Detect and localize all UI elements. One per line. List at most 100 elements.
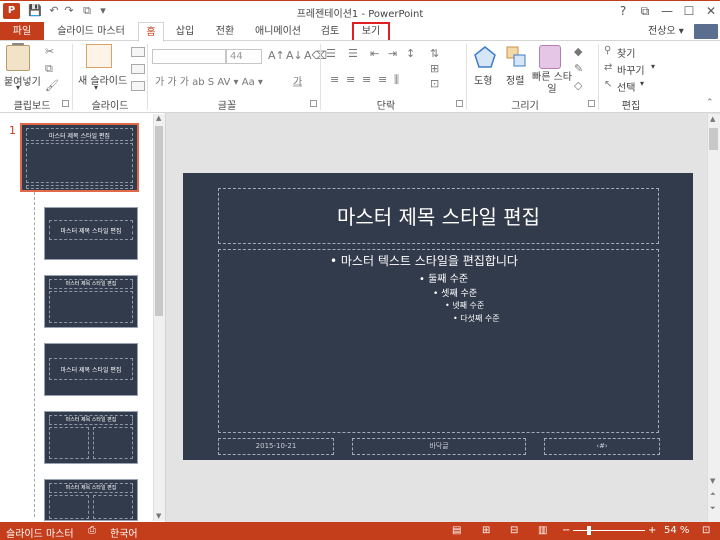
align-right-icon[interactable]: ≡ <box>362 73 371 86</box>
drawing-launcher-icon[interactable] <box>588 100 595 107</box>
find-button[interactable]: 찾기 <box>617 45 635 60</box>
cut-icon[interactable]: ✂ <box>45 45 54 58</box>
clipboard-launcher-icon[interactable] <box>62 100 69 107</box>
reset-icon[interactable] <box>131 64 145 74</box>
reading-view-icon[interactable]: ▥ <box>538 525 547 536</box>
layout-icon[interactable] <box>131 47 145 57</box>
body-placeholder[interactable]: • 마스터 텍스트 스타일을 편집합니다 • 둘째 수준 • 셋째 수준 • 넷… <box>218 249 659 433</box>
main-scrollbar-thumb[interactable] <box>709 128 718 150</box>
format-painter-icon[interactable]: 🖌 <box>45 79 59 92</box>
scroll-down-icon[interactable]: ▼ <box>710 477 715 485</box>
tab-review[interactable]: 검토 <box>312 22 348 41</box>
clear-formatting-icon[interactable]: A⌫ <box>304 49 327 62</box>
thumbnail-layout-content[interactable]: 마스터 제목 스타일 편집 <box>44 275 138 328</box>
scroll-up-icon[interactable]: ▲ <box>156 114 161 122</box>
spell-check-icon[interactable]: ⎙ <box>88 525 96 536</box>
tab-insert[interactable]: 삽입 <box>168 22 202 41</box>
copy-icon[interactable]: ⧉ <box>45 62 53 76</box>
font-size-input[interactable]: 44 <box>226 49 262 64</box>
replace-button[interactable]: 바꾸기 <box>617 62 645 77</box>
maximize-button[interactable]: ☐ <box>678 2 700 20</box>
slide-master-canvas[interactable]: 마스터 제목 스타일 편집 • 마스터 텍스트 스타일을 편집합니다 • 둘째 … <box>183 173 693 460</box>
align-left-icon[interactable]: ≡ <box>330 73 339 86</box>
zoom-out-button[interactable]: − <box>562 525 570 536</box>
status-language[interactable]: 한국어 <box>110 525 138 540</box>
main-vertical-scrollbar[interactable] <box>707 114 720 522</box>
find-icon[interactable]: ⚲ <box>604 45 611 56</box>
shapes-icon[interactable] <box>473 45 497 69</box>
bullets-icon[interactable]: ☰ <box>326 47 336 60</box>
user-name[interactable]: 전상오 ▾ <box>648 22 684 41</box>
footer-placeholder[interactable]: 바닥글 <box>352 438 526 455</box>
align-center-icon[interactable]: ≡ <box>346 73 355 86</box>
paragraph-launcher-icon[interactable] <box>456 100 463 107</box>
new-slide-button[interactable]: 새 슬라이드 <box>78 72 127 87</box>
zoom-slider-handle[interactable] <box>587 526 591 535</box>
thumbnail-slide-master[interactable]: 마스터 제목 스타일 편집 <box>20 123 139 192</box>
grow-font-icon[interactable]: A↑ <box>268 49 285 62</box>
slide-number-placeholder[interactable]: ‹#› <box>544 438 660 455</box>
thumbnail-scrollbar-thumb[interactable] <box>155 126 163 316</box>
shrink-font-icon[interactable]: A↓ <box>286 49 303 62</box>
decrease-indent-icon[interactable]: ⇤ <box>370 47 379 60</box>
paste-dropdown-icon[interactable]: ▾ <box>16 83 20 92</box>
increase-indent-icon[interactable]: ⇥ <box>388 47 397 60</box>
shapes-button[interactable]: 도형 <box>474 72 492 87</box>
tab-animations[interactable]: 애니메이션 <box>248 22 308 41</box>
smartart-icon[interactable]: ⊡ <box>430 77 439 90</box>
line-spacing-icon[interactable]: ↕ <box>406 47 415 60</box>
justify-icon[interactable]: ≡ <box>378 73 387 86</box>
shape-fill-icon[interactable]: ◆ <box>574 45 582 58</box>
close-button[interactable]: ✕ <box>700 2 720 20</box>
text-direction-icon[interactable]: ⇅ <box>430 47 439 60</box>
quick-styles-button[interactable]: 빠른 스타일 <box>532 72 572 96</box>
thumbnail-layout-title[interactable]: 마스터 제목 스타일 편집 <box>44 207 138 260</box>
tab-view[interactable]: 보기 <box>352 22 390 42</box>
tab-file[interactable]: 파일 <box>0 22 44 41</box>
paste-button[interactable]: 붙여넣기 <box>4 73 41 88</box>
tab-transitions[interactable]: 전환 <box>206 22 244 41</box>
align-text-icon[interactable]: ⊞ <box>430 62 439 75</box>
help-button[interactable]: ? <box>612 2 634 20</box>
shape-outline-icon[interactable]: ✎ <box>574 62 583 75</box>
ribbon-display-options-button[interactable]: ⧉ <box>634 2 656 20</box>
quick-styles-icon[interactable] <box>539 45 561 69</box>
section-icon[interactable] <box>131 81 145 91</box>
arrange-button[interactable]: 정렬 <box>506 72 524 87</box>
notes-icon[interactable]: ▤ <box>452 525 461 536</box>
font-name-input[interactable] <box>152 49 226 64</box>
scroll-down-icon[interactable]: ▼ <box>156 512 161 520</box>
numbering-icon[interactable]: ☰ <box>348 47 358 60</box>
normal-view-icon[interactable]: ⊞ <box>482 525 490 536</box>
font-style-buttons[interactable]: 가 가 가 ab S AV ▾ Aa ▾ <box>155 73 263 88</box>
next-slide-icon[interactable]: ⏷ <box>710 504 716 513</box>
tab-home[interactable]: 홈 <box>138 22 164 42</box>
title-placeholder[interactable]: 마스터 제목 스타일 편집 <box>218 188 659 244</box>
select-dropdown-icon[interactable]: ▾ <box>640 79 644 88</box>
scroll-up-icon[interactable]: ▲ <box>710 115 715 123</box>
thumbnail-layout-comparison[interactable]: 마스터 제목 스타일 편집 <box>44 479 138 521</box>
font-launcher-icon[interactable] <box>310 100 317 107</box>
columns-icon[interactable]: ⫼ <box>394 73 399 87</box>
zoom-in-button[interactable]: + <box>648 525 656 536</box>
replace-icon[interactable]: ⇄ <box>604 62 612 73</box>
fit-slide-icon[interactable]: ⊡ <box>702 525 710 536</box>
new-slide-dropdown-icon[interactable]: ▾ <box>94 83 98 92</box>
select-icon[interactable]: ↖ <box>604 79 612 90</box>
zoom-slider[interactable] <box>573 530 645 531</box>
thumbnail-layout-two-content[interactable]: 마스터 제목 스타일 편집 <box>44 411 138 464</box>
minimize-button[interactable]: — <box>656 2 678 20</box>
tab-slide-master[interactable]: 슬라이드 마스터 <box>50 22 132 41</box>
date-placeholder[interactable]: 2015-10-21 <box>218 438 334 455</box>
select-button[interactable]: 선택 <box>617 79 635 94</box>
slide-sorter-icon[interactable]: ⊟ <box>510 525 518 536</box>
previous-slide-icon[interactable]: ⏶ <box>710 490 716 499</box>
arrange-icon[interactable] <box>505 45 527 69</box>
font-color-button[interactable]: 가 <box>293 73 303 88</box>
replace-dropdown-icon[interactable]: ▾ <box>651 62 655 71</box>
collapse-ribbon-icon[interactable]: ⌃ <box>706 98 714 108</box>
user-avatar[interactable] <box>694 24 718 39</box>
zoom-level[interactable]: 54 % <box>664 525 689 536</box>
shape-effects-icon[interactable]: ◇ <box>574 79 582 92</box>
new-slide-icon[interactable] <box>86 44 112 68</box>
